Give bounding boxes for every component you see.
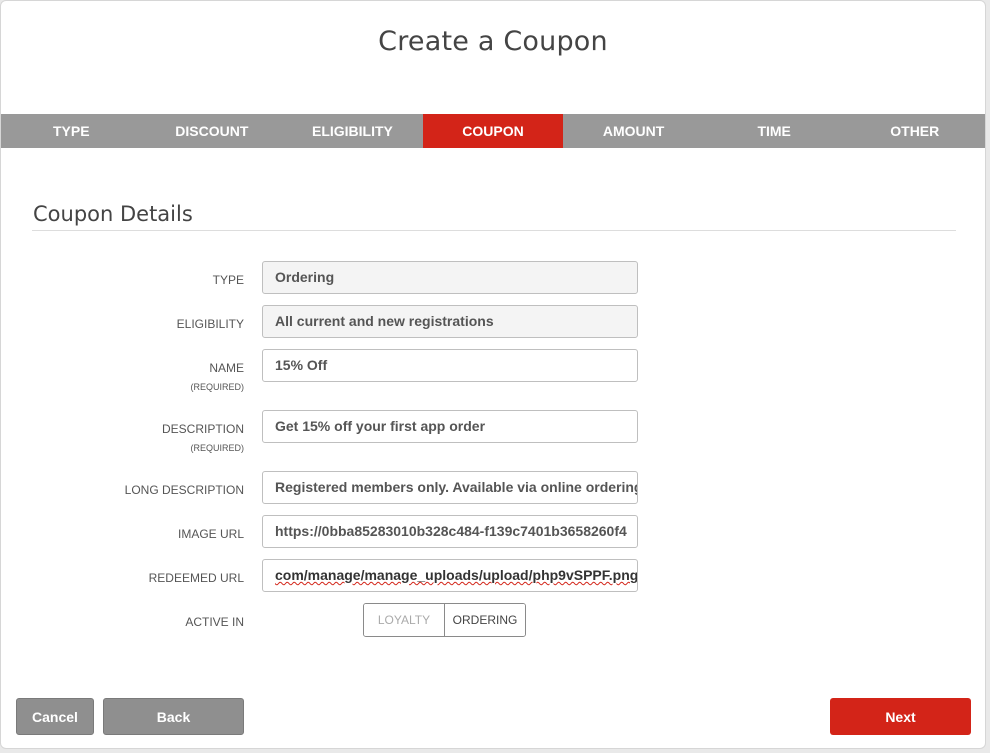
type-field: Ordering [262, 261, 638, 294]
name-label: NAME (REQUIRED) [191, 361, 245, 395]
name-required-note: (REQUIRED) [190, 382, 245, 392]
section-divider [32, 230, 956, 231]
tab-discount[interactable]: DISCOUNT [142, 114, 283, 148]
active-in-label: ACTIVE IN [185, 615, 244, 629]
tab-time[interactable]: TIME [704, 114, 845, 148]
tab-other[interactable]: OTHER [844, 114, 985, 148]
image-url-input[interactable]: https://0bba85283010b328c484-f139c7401b3… [262, 515, 638, 548]
tab-eligibility[interactable]: ELIGIBILITY [282, 114, 423, 148]
long-description-label: LONG DESCRIPTION [124, 483, 244, 497]
long-description-input[interactable]: Registered members only. Available via o… [262, 471, 638, 504]
back-button[interactable]: Back [103, 698, 244, 735]
ordering-option[interactable]: ORDERING [445, 604, 525, 636]
tab-coupon[interactable]: COUPON [422, 114, 564, 148]
cancel-button[interactable]: Cancel [16, 698, 94, 735]
step-tabs: TYPE DISCOUNT ELIGIBILITY COUPON AMOUNT … [1, 114, 985, 148]
redeemed-url-label: REDEEMED URL [148, 571, 244, 585]
section-title: Coupon Details [33, 202, 193, 226]
eligibility-label: ELIGIBILITY [176, 317, 244, 331]
redeemed-url-prefix: com/manage/manage_uploads/upload/ [275, 567, 533, 583]
tab-amount[interactable]: AMOUNT [563, 114, 704, 148]
active-in-toggle: LOYALTY ORDERING [363, 603, 526, 637]
description-required-note: (REQUIRED) [190, 443, 245, 453]
description-label: DESCRIPTION (REQUIRED) [162, 422, 244, 456]
page-title: Create a Coupon [378, 26, 608, 57]
type-label: TYPE [212, 273, 244, 287]
redeemed-url-file: php9vSPPF.png [532, 567, 638, 583]
name-input[interactable]: 15% Off [262, 349, 638, 382]
create-coupon-dialog: Create a Coupon TYPE DISCOUNT ELIGIBILIT… [0, 0, 986, 749]
image-url-label: IMAGE URL [177, 527, 244, 541]
tab-type[interactable]: TYPE [1, 114, 142, 148]
next-button[interactable]: Next [830, 698, 971, 735]
description-input[interactable]: Get 15% off your first app order [262, 410, 638, 443]
eligibility-field: All current and new registrations [262, 305, 638, 338]
loyalty-option[interactable]: LOYALTY [364, 604, 445, 636]
redeemed-url-input[interactable]: com/manage/manage_uploads/upload/php9vSP… [262, 559, 638, 592]
